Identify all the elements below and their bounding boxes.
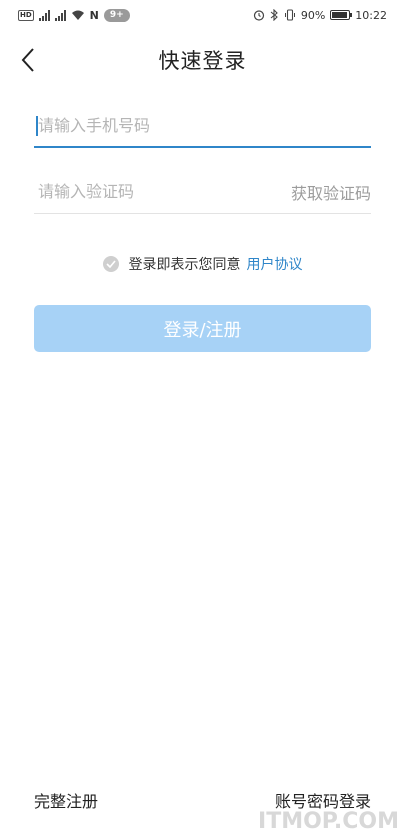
phone-field[interactable] <box>34 104 371 148</box>
full-register-link[interactable]: 完整注册 <box>34 788 98 812</box>
chevron-left-icon <box>21 48 34 72</box>
header: 快速登录 <box>0 38 405 82</box>
status-right: 90% 10:22 <box>253 9 387 22</box>
notification-badge: 9+ <box>103 8 130 22</box>
page-title: 快速登录 <box>158 49 247 73</box>
alarm-icon <box>253 10 264 21</box>
get-code-button[interactable]: 获取验证码 <box>291 180 371 204</box>
nfc-icon: N <box>89 8 99 22</box>
login-register-button[interactable]: 登录/注册 <box>34 305 371 352</box>
text-caret <box>36 116 38 136</box>
battery-percent: 90% <box>300 8 326 22</box>
agreement-text: 登录即表示您同意 <box>128 257 241 273</box>
agreement-checkbox[interactable] <box>102 256 119 272</box>
back-button[interactable] <box>12 44 44 76</box>
agreement-row: 登录即表示您同意 用户协议 <box>0 252 405 276</box>
status-bar: HD N 9+ 90% 10:22 <box>0 0 405 30</box>
login-screen: HD N 9+ 90% 10:22 快速登录 请输入手机号码 请输入验证码 获取… <box>0 0 405 840</box>
wifi-icon <box>71 10 84 20</box>
clock: 10:22 <box>355 8 387 22</box>
code-field[interactable]: 获取验证码 <box>34 170 371 214</box>
hd-badge: HD <box>18 9 34 21</box>
vibrate-icon <box>284 9 295 21</box>
phone-input[interactable] <box>34 115 371 135</box>
status-left: HD N 9+ <box>18 8 130 22</box>
signal-icon-2 <box>54 9 66 21</box>
code-input[interactable] <box>34 182 254 201</box>
battery-icon <box>330 10 353 20</box>
user-agreement-link[interactable]: 用户协议 <box>247 254 303 274</box>
watermark-logo: ITMOP.COM <box>258 809 399 834</box>
bluetooth-icon <box>270 9 278 21</box>
signal-icon <box>38 9 50 21</box>
check-icon <box>105 260 116 268</box>
